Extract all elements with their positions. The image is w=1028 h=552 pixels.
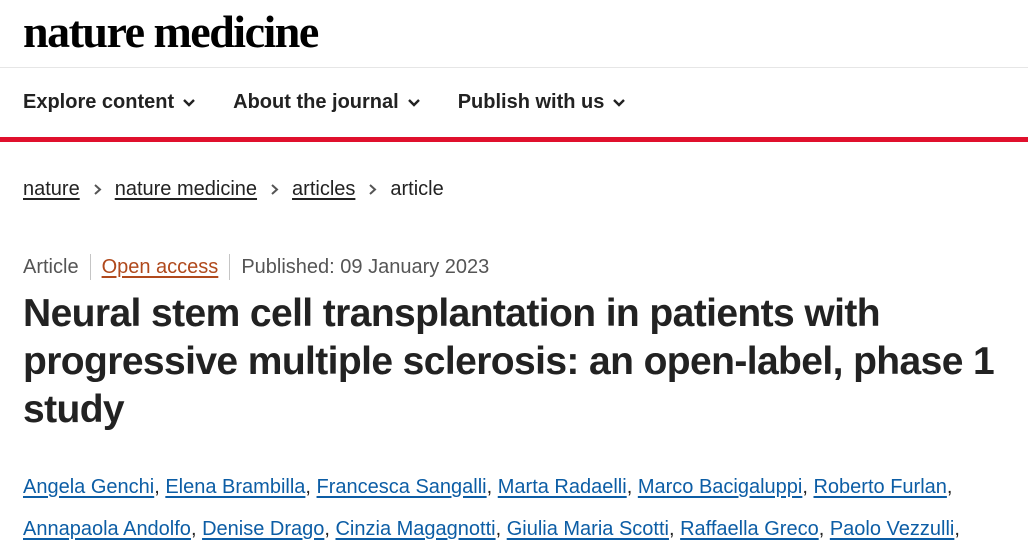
nav-about-journal[interactable]: About the journal — [233, 91, 421, 114]
nav-publish-with-us[interactable]: Publish with us — [458, 91, 627, 114]
author-link[interactable]: Raffaella Greco — [680, 518, 819, 540]
open-access-link[interactable]: Open access — [102, 256, 219, 279]
author-link[interactable]: Giulia Maria Scotti — [507, 518, 669, 540]
published-date: Published: 09 January 2023 — [241, 255, 490, 278]
breadcrumb-nature[interactable]: nature — [23, 178, 80, 201]
nav-label: About the journal — [233, 91, 399, 113]
chevron-down-icon — [407, 98, 421, 108]
author-link[interactable]: Denise Drago — [202, 518, 324, 540]
article-title: Neural stem cell transplantation in pati… — [23, 290, 1013, 434]
nav-explore-content[interactable]: Explore content — [23, 91, 196, 114]
article-meta: Article Open access Published: 09 Januar… — [23, 254, 489, 280]
author-link[interactable]: Francesca Sangalli — [317, 476, 487, 498]
breadcrumb-articles[interactable]: articles — [292, 178, 355, 201]
author-list: Angela Genchi, Elena Brambilla, Francesc… — [23, 476, 960, 540]
breadcrumb-nature-medicine[interactable]: nature medicine — [115, 178, 257, 201]
main-nav: Explore content About the journal Publis… — [0, 68, 1028, 142]
article-type: Article — [23, 255, 79, 278]
author-link[interactable]: Paolo Vezzulli — [830, 518, 955, 540]
breadcrumb: nature nature medicine articles article — [23, 178, 444, 201]
author-link[interactable]: Marta Radaelli — [498, 476, 627, 498]
breadcrumb-current: article — [390, 178, 444, 200]
chevron-right-icon — [270, 183, 279, 196]
author-link[interactable]: Annapaola Andolfo — [23, 518, 191, 540]
meta-divider — [229, 254, 231, 280]
author-link[interactable]: Marco Bacigaluppi — [638, 476, 803, 498]
nav-label: Publish with us — [457, 91, 605, 113]
author-link[interactable]: Angela Genchi — [23, 476, 154, 498]
author-link[interactable]: Cinzia Magagnotti — [335, 518, 495, 540]
article-title-line: study — [23, 388, 125, 431]
nav-label: Explore content — [23, 91, 175, 113]
chevron-down-icon — [182, 98, 196, 108]
chevron-right-icon — [368, 183, 377, 196]
author-link[interactable]: Roberto Furlan — [813, 476, 946, 498]
article-title-line: Neural stem cell transplantation in pati… — [23, 292, 881, 335]
meta-divider — [89, 254, 91, 280]
author-link[interactable]: Elena Brambilla — [165, 476, 305, 498]
site-logo[interactable]: nature medicine — [23, 8, 319, 55]
site-header: nature medicine — [0, 0, 1028, 68]
chevron-right-icon — [93, 183, 102, 196]
chevron-down-icon — [612, 98, 626, 108]
article-title-line: progressive multiple sclerosis: an open-… — [23, 340, 995, 383]
